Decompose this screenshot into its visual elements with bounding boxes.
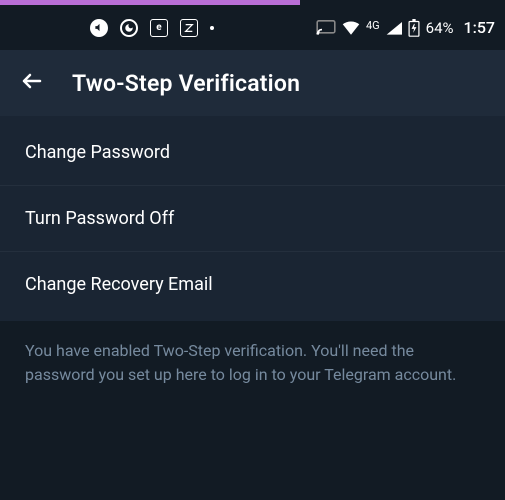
footer-description: You have enabled Two-Step verification. … (0, 321, 505, 405)
dot-icon (210, 26, 214, 30)
mute-icon (90, 19, 108, 37)
app-e-icon: e (150, 19, 168, 37)
network-label: 4G (366, 19, 380, 32)
app-z-icon (180, 19, 198, 37)
change-password-item[interactable]: Change Password (0, 116, 505, 186)
moon-icon (120, 19, 138, 37)
battery-percent: 64% (426, 19, 454, 37)
app-header: Two-Step Verification (0, 50, 505, 116)
battery-icon (408, 19, 420, 37)
status-bar: e 4G 64% 1:57 (0, 5, 505, 50)
options-section: Change Password Turn Password Off Change… (0, 116, 505, 321)
change-recovery-email-item[interactable]: Change Recovery Email (0, 252, 505, 321)
cast-icon (316, 20, 336, 36)
signal-icon (386, 21, 402, 35)
page-title: Two-Step Verification (72, 70, 300, 97)
back-arrow-icon[interactable] (20, 69, 44, 97)
wifi-icon (342, 21, 360, 35)
turn-password-off-item[interactable]: Turn Password Off (0, 186, 505, 252)
clock: 1:57 (464, 18, 496, 37)
